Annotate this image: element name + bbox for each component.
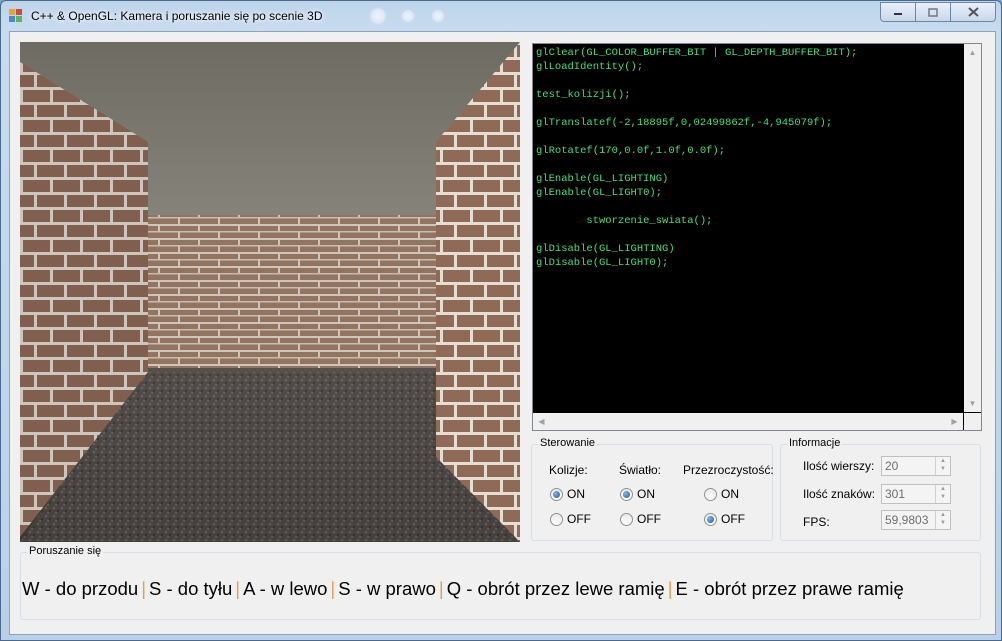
window-title: C++ & OpenGL: Kamera i poruszanie się po… bbox=[31, 9, 323, 23]
separator: | bbox=[141, 578, 146, 599]
fps-field: 59,9803 ▲ ▼ bbox=[881, 510, 951, 530]
separator: | bbox=[438, 578, 444, 599]
blurred-taskbar-icon bbox=[431, 9, 445, 23]
code-text[interactable]: glClear(GL_COLOR_BUFFER_BIT | GL_DEPTH_B… bbox=[533, 44, 963, 412]
code-line: stworzenie_swiata(); bbox=[536, 215, 713, 227]
control-s-right: S - w prawo bbox=[338, 578, 436, 599]
code-line: glEnable(GL_LIGHTING) bbox=[536, 173, 669, 185]
code-line: glRotatef(170,0.0f,1.0f,0.0f); bbox=[536, 145, 726, 157]
control-e: E - obrót przez prawe ramię bbox=[675, 578, 904, 599]
scrollbar-corner bbox=[964, 413, 981, 430]
app-window: C++ & OpenGL: Kamera i poruszanie się po… bbox=[0, 0, 1002, 641]
separator: | bbox=[235, 578, 241, 599]
znaki-spinner: ▲ ▼ bbox=[935, 485, 950, 503]
przezroczystosc-off-radio[interactable] bbox=[704, 513, 717, 526]
scroll-up-arrow-icon[interactable]: ▲ bbox=[964, 44, 981, 61]
minimize-icon bbox=[894, 13, 902, 15]
fps-value: 59,9803 bbox=[885, 513, 929, 527]
control-s-back: S - do tyłu bbox=[149, 578, 233, 599]
blurred-taskbar-icon bbox=[369, 7, 387, 25]
separator: | bbox=[667, 578, 673, 599]
spin-up-icon: ▲ bbox=[940, 486, 946, 492]
spin-down-icon: ▼ bbox=[940, 466, 946, 472]
spin-down-icon: ▼ bbox=[940, 494, 946, 500]
code-view[interactable]: glClear(GL_COLOR_BUFFER_BIT | GL_DEPTH_B… bbox=[532, 43, 982, 431]
control-w: W - do przodu bbox=[22, 578, 139, 599]
controls-help-text: W - do przodu | S - do tyłu | A - w lewo | S -… bbox=[22, 578, 904, 600]
client-area: glClear(GL_COLOR_BUFFER_BIT | GL_DEPTH_B… bbox=[9, 31, 996, 635]
przezroczystosc-off-label[interactable]: OFF bbox=[721, 512, 745, 526]
informacje-group: Informacje Ilość wierszy: 20 ▲ ▼ Ilość zn… bbox=[780, 437, 981, 541]
minimize-button[interactable] bbox=[880, 2, 916, 22]
fps-spinner: ▲ ▼ bbox=[935, 511, 950, 529]
wiersze-value: 20 bbox=[885, 459, 899, 473]
swiatlo-off-radio[interactable] bbox=[620, 513, 633, 526]
kolizje-off-radio[interactable] bbox=[550, 513, 563, 526]
scroll-down-arrow-icon[interactable]: ▼ bbox=[964, 395, 981, 412]
wiersze-field: 20 ▲ ▼ bbox=[881, 456, 951, 476]
swiatlo-off-label[interactable]: OFF bbox=[637, 512, 661, 526]
swiatlo-on-radio[interactable] bbox=[620, 488, 633, 501]
znaki-field: 301 ▲ ▼ bbox=[881, 484, 951, 504]
poruszanie-title: Poruszanie się bbox=[27, 545, 104, 557]
przezroczystosc-label: Przezroczystość: bbox=[683, 463, 774, 477]
vertical-scrollbar[interactable]: ▲ ▼ bbox=[964, 44, 981, 412]
fps-label: FPS: bbox=[803, 515, 830, 529]
title-bar[interactable]: C++ & OpenGL: Kamera i poruszanie się po… bbox=[1, 1, 1001, 31]
przezroczystosc-on-label[interactable]: ON bbox=[721, 487, 739, 501]
spin-up-icon: ▲ bbox=[940, 512, 946, 518]
maximize-icon bbox=[928, 7, 938, 17]
opengl-viewport[interactable] bbox=[20, 42, 520, 542]
scroll-right-arrow-icon[interactable]: ▶ bbox=[946, 413, 963, 430]
swiatlo-label: Światło: bbox=[619, 463, 662, 477]
code-line: glEnable(GL_LIGHT0); bbox=[536, 187, 663, 199]
sterowanie-title: Sterowanie bbox=[538, 437, 598, 449]
spin-up-icon: ▲ bbox=[940, 458, 946, 464]
app-icon bbox=[9, 9, 22, 22]
swiatlo-on-label[interactable]: ON bbox=[637, 487, 655, 501]
znaki-label: Ilość znaków: bbox=[803, 487, 876, 501]
code-line: test_kolizji(); bbox=[536, 89, 631, 101]
close-icon bbox=[967, 7, 979, 17]
close-button[interactable] bbox=[950, 2, 996, 22]
separator: | bbox=[330, 578, 336, 599]
spin-down-icon: ▼ bbox=[940, 520, 946, 526]
wiersze-spinner: ▲ ▼ bbox=[935, 457, 950, 475]
scroll-left-arrow-icon[interactable]: ◀ bbox=[533, 413, 550, 430]
code-line: glTranslatef(-2,18895f,0,02499862f,-4,94… bbox=[536, 117, 833, 129]
horizontal-scrollbar[interactable]: ◀ ▶ bbox=[533, 413, 963, 430]
przezroczystosc-on-radio[interactable] bbox=[704, 488, 717, 501]
kolizje-off-label[interactable]: OFF bbox=[567, 512, 591, 526]
kolizje-on-label[interactable]: ON bbox=[567, 487, 585, 501]
maximize-button[interactable] bbox=[915, 2, 951, 22]
sterowanie-group: Sterowanie Kolizje: Światło: Przezroczys… bbox=[531, 437, 774, 541]
code-line: glDisable(GL_LIGHT0); bbox=[536, 257, 669, 269]
kolizje-label: Kolizje: bbox=[549, 463, 588, 477]
wiersze-label: Ilość wierszy: bbox=[803, 459, 875, 473]
znaki-value: 301 bbox=[885, 487, 906, 501]
informacje-title: Informacje bbox=[787, 437, 843, 449]
control-q: Q - obrót przez lewe ramię bbox=[446, 578, 665, 599]
control-a: A - w lewo bbox=[243, 578, 328, 599]
code-line: glDisable(GL_LIGHTING) bbox=[536, 243, 675, 255]
blurred-taskbar-icon bbox=[401, 9, 415, 23]
code-line: glClear(GL_COLOR_BUFFER_BIT | GL_DEPTH_B… bbox=[536, 47, 858, 59]
code-line: glLoadIdentity(); bbox=[536, 61, 644, 73]
kolizje-on-radio[interactable] bbox=[550, 488, 563, 501]
